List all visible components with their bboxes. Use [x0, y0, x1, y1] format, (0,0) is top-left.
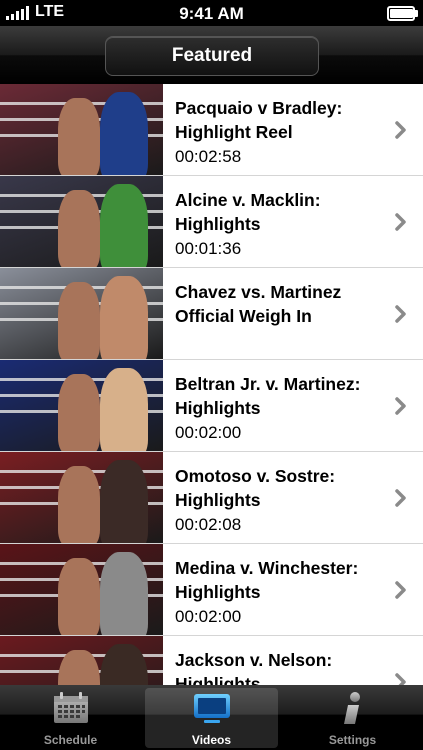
video-text: Omotoso v. Sostre: Highlights 00:02:08 — [175, 464, 385, 538]
video-thumbnail — [0, 84, 163, 175]
chevron-right-icon — [395, 581, 406, 599]
video-thumbnail — [0, 360, 163, 451]
info-icon — [343, 692, 360, 724]
tab-settings[interactable]: Settings — [282, 685, 423, 750]
chevron-right-icon — [395, 397, 406, 415]
video-title-line1: Medina v. Winchester: — [175, 558, 359, 578]
video-title-line2: Official Weigh In — [175, 306, 312, 326]
video-text: Alcine v. Macklin: Highlights 00:01:36 — [175, 188, 385, 262]
chevron-right-icon — [395, 305, 406, 323]
chevron-right-icon — [395, 489, 406, 507]
video-title-line2: Highlights — [175, 214, 261, 234]
navigation-bar: Featured — [0, 26, 423, 84]
video-text: Pacquaio v Bradley: Highlight Reel 00:02:5… — [175, 96, 385, 170]
video-title-line2: Highlights — [175, 674, 261, 685]
video-title: Jackson v. Nelson: Highlights — [175, 648, 385, 685]
video-title-line1: Omotoso v. Sostre: — [175, 466, 336, 486]
video-list-item[interactable]: Omotoso v. Sostre: Highlights 00:02:08 — [0, 452, 423, 544]
video-title-line2: Highlights — [175, 490, 261, 510]
tab-videos[interactable]: Videos — [141, 685, 282, 750]
video-duration: 00:02:00 — [175, 607, 242, 626]
video-thumbnail — [0, 268, 163, 359]
video-duration: 00:01:36 — [175, 239, 242, 258]
tab-videos-label: Videos — [191, 733, 232, 747]
video-title: Pacquaio v Bradley: Highlight Reel — [175, 96, 385, 144]
video-list-item[interactable]: Jackson v. Nelson: Highlights — [0, 636, 423, 685]
video-thumbnail — [0, 176, 163, 267]
video-title: Omotoso v. Sostre: Highlights — [175, 464, 385, 512]
video-title: Alcine v. Macklin: Highlights — [175, 188, 385, 236]
chevron-right-icon — [395, 121, 406, 139]
tab-bar: Schedule Videos Settings — [0, 685, 423, 750]
status-time: 9:41 AM — [179, 4, 244, 23]
video-list-item[interactable]: Medina v. Winchester: Highlights 00:02:00 — [0, 544, 423, 636]
tab-schedule[interactable]: Schedule — [0, 685, 141, 750]
tv-icon — [193, 694, 230, 723]
tab-settings-label: Settings — [328, 733, 377, 747]
video-title-line2: Highlights — [175, 582, 261, 602]
video-duration: 00:02:08 — [175, 515, 242, 534]
video-list-item[interactable]: Alcine v. Macklin: Highlights 00:01:36 — [0, 176, 423, 268]
video-title: Medina v. Winchester: Highlights — [175, 556, 385, 604]
video-title: Beltran Jr. v. Martinez: Highlights — [175, 372, 385, 420]
video-list-item[interactable]: Pacquaio v Bradley: Highlight Reel 00:02:5… — [0, 84, 423, 176]
video-title-line1: Beltran Jr. v. Martinez: — [175, 374, 361, 394]
video-list-item[interactable]: Chavez vs. Martinez Official Weigh In — [0, 268, 423, 360]
video-title: Chavez vs. Martinez Official Weigh In — [175, 280, 385, 328]
video-title-line1: Pacquaio v Bradley: — [175, 98, 343, 118]
status-bar: LTE 9:41 AM — [0, 0, 423, 26]
video-duration: 00:02:00 — [175, 423, 242, 442]
video-title-line1: Alcine v. Macklin: — [175, 190, 321, 210]
video-thumbnail — [0, 544, 163, 635]
chevron-right-icon — [395, 213, 406, 231]
calendar-icon — [53, 692, 88, 723]
video-title-line2: Highlight Reel — [175, 122, 293, 142]
video-text: Chavez vs. Martinez Official Weigh In — [175, 280, 385, 328]
video-title-line1: Chavez vs. Martinez — [175, 282, 342, 302]
video-thumbnail — [0, 636, 163, 685]
page-title: Featured — [105, 36, 319, 76]
video-list-item[interactable]: Beltran Jr. v. Martinez: Highlights 00:02:… — [0, 360, 423, 452]
tab-schedule-label: Schedule — [43, 733, 98, 747]
battery-icon — [387, 6, 418, 21]
chevron-right-icon — [395, 673, 406, 685]
video-thumbnail — [0, 452, 163, 543]
video-text: Medina v. Winchester: Highlights 00:02:00 — [175, 556, 385, 630]
video-list[interactable]: Pacquaio v Bradley: Highlight Reel 00:02:5… — [0, 84, 423, 685]
video-duration: 00:02:58 — [175, 147, 242, 166]
video-text: Jackson v. Nelson: Highlights — [175, 648, 385, 685]
video-title-line1: Jackson v. Nelson: — [175, 650, 333, 670]
video-title-line2: Highlights — [175, 398, 261, 418]
video-text: Beltran Jr. v. Martinez: Highlights 00:02:… — [175, 372, 385, 446]
